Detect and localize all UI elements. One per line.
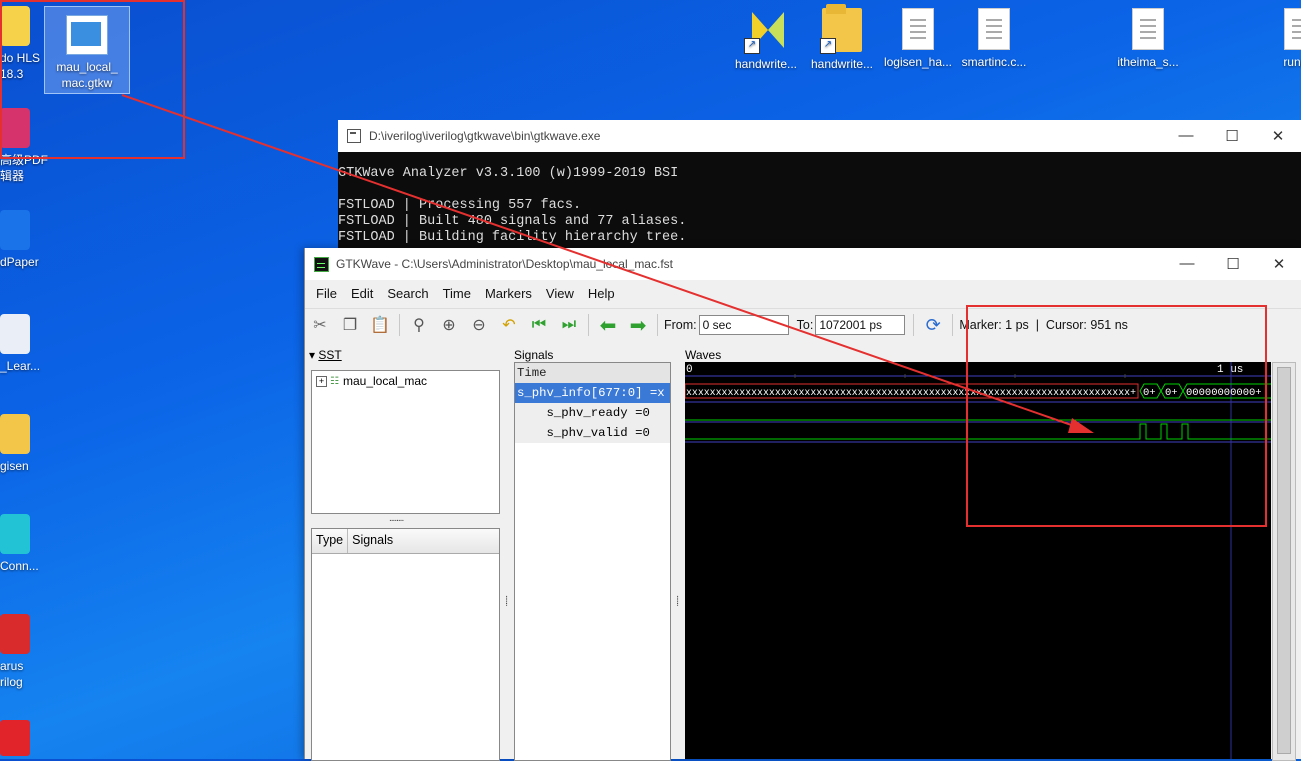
signals-pane-label: Signals: [514, 348, 554, 362]
zoom-in-icon[interactable]: ⊕: [437, 313, 461, 337]
console-app-icon: [347, 129, 361, 143]
menu-bar: File Edit Search Time Markers View Help: [305, 280, 1301, 306]
desktop-icon-label: runabl: [1283, 55, 1301, 69]
console-window[interactable]: D:\iverilog\iverilog\gtkwave\bin\gtkwave…: [338, 120, 1301, 260]
type-signals-list[interactable]: Type Signals: [311, 528, 500, 761]
from-time-input[interactable]: 0 sec: [698, 315, 789, 335]
desktop-icon-label: gisen: [0, 459, 29, 473]
console-output: GTKWave Analyzer v3.3.100 (w)1999-2019 B…: [338, 166, 687, 245]
gtkwave-titlebar[interactable]: GTKWave - C:\Users\Administrator\Desktop…: [305, 248, 1301, 280]
desktop-icon-label: handwrite...: [734, 57, 798, 71]
app-icon: [0, 210, 30, 250]
app-icon: [0, 314, 30, 354]
desktop-icon-edge[interactable]: dPaper: [0, 210, 39, 270]
desktop-icon-label: _Lear...: [0, 359, 41, 373]
document-icon: [902, 8, 934, 50]
minimize-button[interactable]: —: [1163, 127, 1209, 145]
document-icon: [1284, 8, 1301, 50]
signal-row[interactable]: s_phv_info[677:0] =x: [515, 383, 670, 403]
app-icon: [0, 514, 30, 554]
desktop-icon-app[interactable]: ↗ handwrite...: [724, 8, 808, 72]
desktop-icon-folder[interactable]: ↗ handwrite...: [800, 4, 884, 72]
desktop-icon-label: Conn...: [0, 559, 39, 573]
to-label: To:: [796, 318, 814, 332]
find-previous-edge-icon[interactable]: ⬅: [596, 313, 620, 337]
gtkwave-app-icon: [314, 256, 329, 272]
signal-row[interactable]: s_phv_ready =0: [515, 403, 670, 423]
waves-pane-label: Waves: [685, 348, 722, 362]
hierarchy-icon: ☷: [330, 375, 339, 387]
pane-splitter-handle[interactable]: ......: [503, 595, 514, 606]
desktop-icon-label: handwrite...: [810, 57, 874, 71]
menu-edit[interactable]: Edit: [344, 286, 380, 301]
signals-column-header[interactable]: Signals: [348, 529, 499, 553]
console-title: D:\iverilog\iverilog\gtkwave\bin\gtkwave…: [369, 129, 601, 143]
tree-item-label: mau_local_mac: [342, 374, 428, 388]
desktop-icon-label: dPaper: [0, 255, 39, 269]
expand-icon[interactable]: +: [316, 375, 327, 387]
maximize-button[interactable]: ☐: [1209, 127, 1255, 145]
menu-file[interactable]: File: [309, 286, 344, 301]
desktop-icon-label: logisen_ha...: [883, 55, 953, 69]
document-icon: [978, 8, 1010, 50]
cut-icon[interactable]: ✂: [308, 313, 332, 337]
annotation-box-desktop-icon: [0, 0, 185, 159]
document-icon: [1132, 8, 1164, 50]
app-icon: [0, 614, 30, 654]
close-button[interactable]: ✕: [1255, 127, 1301, 145]
desktop-icon-edge[interactable]: _Lear...: [0, 314, 40, 374]
from-label: From:: [664, 318, 697, 332]
zoom-fit-icon[interactable]: ⚲: [407, 313, 431, 337]
close-button[interactable]: ✕: [1256, 255, 1301, 273]
type-column-header[interactable]: Type: [312, 529, 349, 553]
tree-item-mau-local-mac[interactable]: + ☷ mau_local_mac: [312, 371, 499, 391]
desktop-icon-doc[interactable]: itheima_s...: [1106, 8, 1190, 70]
gtkwave-title: GTKWave - C:\Users\Administrator\Desktop…: [336, 257, 673, 271]
shortcut-arrow-icon: ↗: [744, 38, 760, 54]
sst-tree[interactable]: + ☷ mau_local_mac: [311, 370, 500, 514]
console-titlebar[interactable]: D:\iverilog\iverilog\gtkwave\bin\gtkwave…: [338, 120, 1301, 152]
signal-row[interactable]: s_phv_valid =0: [515, 423, 670, 443]
zoom-to-start-icon[interactable]: ⏮: [527, 313, 551, 337]
desktop-icon-edge[interactable]: arus rilog: [0, 614, 30, 690]
minimize-button[interactable]: —: [1164, 255, 1210, 273]
menu-search[interactable]: Search: [380, 286, 435, 301]
desktop-icon-doc[interactable]: runabl: [1258, 8, 1301, 70]
desktop-icon-doc[interactable]: smartinc.c...: [952, 8, 1036, 70]
zoom-to-end-icon[interactable]: ⏭: [557, 313, 581, 337]
pane-splitter-handle[interactable]: ........: [389, 513, 404, 524]
find-next-edge-icon[interactable]: ➡: [626, 313, 650, 337]
desktop-icon-edge[interactable]: Conn...: [0, 514, 39, 574]
time-row[interactable]: Time: [515, 363, 670, 383]
signals-pane[interactable]: Time s_phv_info[677:0] =x s_phv_ready =0 …: [514, 362, 671, 761]
zoom-out-icon[interactable]: ⊖: [467, 313, 491, 337]
app-icon: [0, 414, 30, 454]
desktop-icon-label: smartinc.c...: [961, 55, 1027, 69]
undo-zoom-icon[interactable]: ↶: [497, 313, 521, 337]
sst-header[interactable]: ▾ SST: [309, 348, 342, 362]
desktop-icon-doc[interactable]: logisen_ha...: [876, 8, 960, 70]
menu-view[interactable]: View: [539, 286, 581, 301]
reload-icon[interactable]: ⟳: [921, 313, 945, 337]
maximize-button[interactable]: ☐: [1210, 255, 1256, 273]
annotation-box-waveform: [966, 305, 1267, 527]
menu-time[interactable]: Time: [436, 286, 478, 301]
folder-icon: ↗: [820, 4, 862, 54]
app-icon[interactable]: [0, 720, 30, 756]
desktop-icon-edge[interactable]: gisen: [0, 414, 30, 474]
app-icon: ↗: [744, 8, 786, 54]
desktop-icon-label: itheima_s...: [1117, 55, 1179, 69]
menu-markers[interactable]: Markers: [478, 286, 539, 301]
paste-icon[interactable]: 📋: [368, 313, 392, 337]
pane-splitter-handle[interactable]: ......: [674, 595, 685, 606]
to-time-input[interactable]: 1072001 ps: [815, 315, 906, 335]
time-tick-start: 0: [686, 364, 693, 376]
copy-icon[interactable]: ❐: [338, 313, 362, 337]
waves-vertical-scrollbar[interactable]: [1272, 362, 1296, 761]
desktop-icon-label: arus rilog: [0, 659, 24, 689]
shortcut-arrow-icon: ↗: [820, 38, 836, 54]
menu-help[interactable]: Help: [581, 286, 622, 301]
